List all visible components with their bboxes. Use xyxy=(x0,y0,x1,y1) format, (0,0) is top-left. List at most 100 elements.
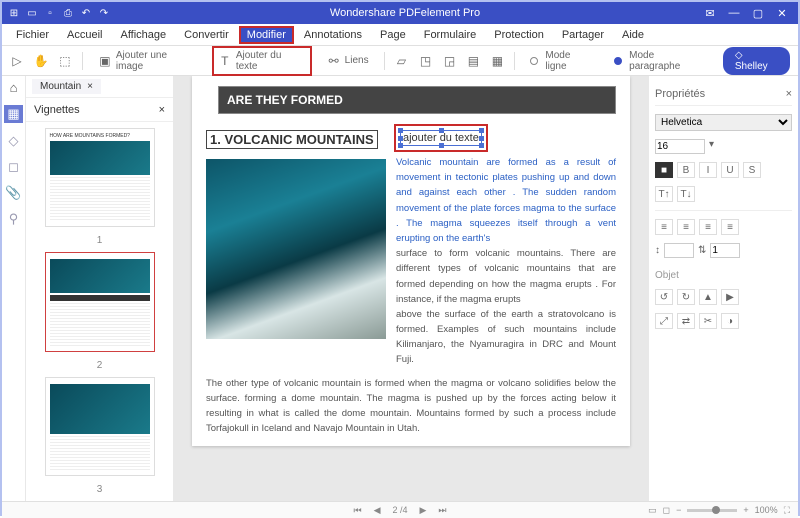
add-image-button[interactable]: ▣Ajouter une image xyxy=(93,47,202,75)
crop-button[interactable]: ✂ xyxy=(699,313,717,329)
watermark-icon[interactable]: ◳ xyxy=(419,54,433,68)
home-icon[interactable]: ⌂ xyxy=(10,80,18,95)
page-indicator[interactable]: 2 /4 xyxy=(392,505,407,515)
zoom-in-icon[interactable]: + xyxy=(743,505,748,515)
mode-paragraph[interactable]: Mode paragraphe xyxy=(609,47,713,75)
thumbnails-title: Vignettes xyxy=(34,104,80,116)
fit-page-icon[interactable]: ◻ xyxy=(663,505,670,516)
bold-button[interactable]: B xyxy=(677,162,695,178)
underline-button[interactable]: U xyxy=(721,162,739,178)
align-right-button[interactable]: ≡ xyxy=(699,219,717,235)
print-icon[interactable]: ⎙ xyxy=(62,7,74,19)
color-button[interactable]: ■ xyxy=(655,162,673,178)
next-page-icon[interactable]: ▶ xyxy=(420,505,427,516)
menu-partager[interactable]: Partager xyxy=(554,26,612,44)
zoom-out-icon[interactable]: − xyxy=(676,505,681,515)
first-page-icon[interactable]: ⏮ xyxy=(353,505,361,516)
thumbnails-icon[interactable]: ▦ xyxy=(4,105,22,123)
add-text-selection[interactable]: ajouter du texte xyxy=(394,124,488,152)
opacity-button[interactable]: ◑ xyxy=(721,313,739,329)
menu-protection[interactable]: Protection xyxy=(486,26,552,44)
banner: ARE THEY FORMED xyxy=(218,86,616,114)
font-size-dropdown-icon[interactable]: ▾ xyxy=(709,139,714,154)
links-button[interactable]: ⚯Liens xyxy=(322,51,374,71)
object-label: Objet xyxy=(655,270,792,281)
app-title: Wondershare PDFelement Pro xyxy=(110,7,700,19)
thumbnail-2[interactable] xyxy=(45,252,155,351)
document-view[interactable]: ARE THEY FORMED 1. VOLCANIC MOUNTAINS aj… xyxy=(174,76,648,501)
undo-icon[interactable]: ↶ xyxy=(80,7,92,19)
footer-icon[interactable]: ▦ xyxy=(490,54,504,68)
article-image xyxy=(206,159,386,339)
menu-fichier[interactable]: Fichier xyxy=(8,26,57,44)
zoom-slider[interactable] xyxy=(687,509,737,512)
attachment-icon[interactable]: 📎 xyxy=(5,185,21,201)
fit-width-icon[interactable]: ▭ xyxy=(648,505,657,516)
comment-icon[interactable]: ◻ xyxy=(8,159,19,175)
menubar: Fichier Accueil Affichage Convertir Modi… xyxy=(2,24,798,46)
article-text[interactable]: Volcanic mountain are formed as a result… xyxy=(396,155,616,368)
user-button[interactable]: ◇ Shelley xyxy=(723,47,790,75)
status-bar: ⏮ ◀ 2 /4 ▶ ⏭ ▭ ◻ − + 100% ⛶ xyxy=(2,501,798,518)
prev-page-icon[interactable]: ◀ xyxy=(374,505,381,516)
redo-icon[interactable]: ↷ xyxy=(98,7,110,19)
minimize-icon[interactable]: — xyxy=(724,5,744,21)
add-text-button[interactable]: TAjouter du texte xyxy=(212,46,312,76)
hand-icon[interactable]: ✋ xyxy=(34,54,48,68)
fullscreen-icon[interactable]: ⛶ xyxy=(784,505,790,516)
article-text-2[interactable]: The other type of volcanic mountain is f… xyxy=(206,376,616,437)
align-center-button[interactable]: ≡ xyxy=(677,219,695,235)
align-left-button[interactable]: ≡ xyxy=(655,219,673,235)
menu-affichage[interactable]: Affichage xyxy=(112,26,174,44)
rotate-left-button[interactable]: ↺ xyxy=(655,289,673,305)
thumbnail-1[interactable]: HOW ARE MOUNTAINS FORMED? xyxy=(45,128,155,227)
maximize-icon[interactable]: ▢ xyxy=(748,5,768,21)
panel-close-icon[interactable]: × xyxy=(159,104,165,116)
close-icon[interactable]: ✕ xyxy=(772,5,792,21)
mail-icon[interactable]: ✉ xyxy=(700,5,720,21)
sub-button[interactable]: T↓ xyxy=(677,186,695,202)
left-rail: ⌂ ▦ ◇ ◻ 📎 ⚲ xyxy=(2,76,26,501)
save-icon[interactable]: ▫ xyxy=(44,7,56,19)
select-icon[interactable]: ⬚ xyxy=(58,54,72,68)
pointer-icon[interactable]: ▷ xyxy=(10,54,24,68)
align-justify-button[interactable]: ≡ xyxy=(721,219,739,235)
heading[interactable]: 1. VOLCANIC MOUNTAINS xyxy=(206,130,378,149)
line-spacing-input[interactable] xyxy=(710,243,740,258)
link-icon: ⚯ xyxy=(327,54,341,68)
open-icon[interactable]: ▭ xyxy=(26,7,38,19)
thumbnail-3[interactable] xyxy=(45,377,155,476)
tab-close-icon[interactable]: × xyxy=(87,81,93,92)
thumbnails-panel: Mountain× Vignettes × HOW ARE MOUNTAINS F… xyxy=(26,76,174,501)
page: ARE THEY FORMED 1. VOLCANIC MOUNTAINS aj… xyxy=(192,76,630,446)
font-size-input[interactable] xyxy=(655,139,705,154)
last-page-icon[interactable]: ⏭ xyxy=(438,505,446,516)
props-close-icon[interactable]: × xyxy=(786,88,792,100)
menu-annotations[interactable]: Annotations xyxy=(296,26,370,44)
extract-button[interactable]: ⤢ xyxy=(655,313,673,329)
properties-panel: Propriétés× Helvetica ▾ ■ B I U S T↑ T↓ … xyxy=(648,76,798,501)
spacing-input[interactable] xyxy=(664,243,694,258)
replace-button[interactable]: ⇄ xyxy=(677,313,695,329)
menu-modifier[interactable]: Modifier xyxy=(239,26,294,44)
menu-formulaire[interactable]: Formulaire xyxy=(416,26,485,44)
background-icon[interactable]: ◲ xyxy=(443,54,457,68)
super-button[interactable]: T↑ xyxy=(655,186,673,202)
flip-h-button[interactable]: ▲ xyxy=(699,289,717,305)
flip-v-button[interactable]: ▶ xyxy=(721,289,739,305)
header-icon[interactable]: ▤ xyxy=(466,54,480,68)
bookmark-icon[interactable]: ◇ xyxy=(9,133,19,149)
rotate-right-button[interactable]: ↻ xyxy=(677,289,695,305)
menu-convertir[interactable]: Convertir xyxy=(176,26,237,44)
doc-tab[interactable]: Mountain× xyxy=(32,79,101,94)
menu-accueil[interactable]: Accueil xyxy=(59,26,110,44)
mode-line[interactable]: Mode ligne xyxy=(525,47,599,75)
strike-button[interactable]: S xyxy=(743,162,761,178)
font-select[interactable]: Helvetica xyxy=(655,114,792,131)
thumb-label-2: 2 xyxy=(97,360,103,371)
search-icon[interactable]: ⚲ xyxy=(9,211,19,227)
menu-aide[interactable]: Aide xyxy=(614,26,652,44)
italic-button[interactable]: I xyxy=(699,162,717,178)
menu-page[interactable]: Page xyxy=(372,26,414,44)
crop-icon[interactable]: ▱ xyxy=(395,54,409,68)
